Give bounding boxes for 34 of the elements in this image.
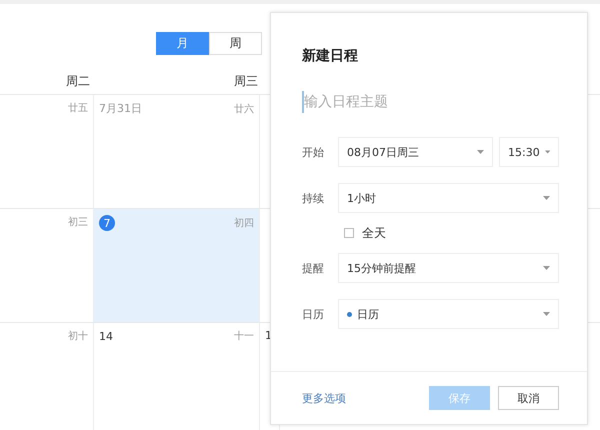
day-cell[interactable]: 7 初四 — [94, 209, 260, 322]
lunar-date: 初十 — [68, 330, 88, 343]
lunar-date: 初四 — [234, 216, 254, 230]
dropdown[interactable]: 08月07日周三 — [338, 137, 493, 167]
caret-icon — [544, 150, 550, 154]
checkbox[interactable] — [344, 228, 354, 238]
date-number: 14 — [99, 330, 113, 342]
field-label: 提醒 — [302, 260, 325, 276]
field-label: 持续 — [302, 190, 325, 206]
time-dropdown[interactable]: 15:30 — [499, 137, 559, 167]
day-cell[interactable]: 14 十一 — [94, 323, 260, 430]
caret-icon — [543, 266, 550, 270]
dialog-title: 新建日程 — [302, 47, 359, 65]
dropdown[interactable]: 日历 — [338, 299, 559, 329]
lunar-date: 十一 — [234, 330, 254, 343]
date-number: 7月31日 — [99, 101, 142, 116]
weekday-label: 周二 — [66, 72, 90, 90]
field-label: 开始 — [302, 144, 325, 160]
all-day-label: 全天 — [362, 224, 386, 242]
field-label: 日历 — [302, 306, 325, 322]
date-number: 7 — [99, 215, 115, 231]
lunar-date: 初三 — [68, 216, 88, 229]
calendar-dot-icon — [347, 312, 352, 316]
dialog-button[interactable]: 取消 — [498, 386, 559, 410]
dropdown[interactable]: 15分钟前提醒 — [338, 253, 559, 283]
view-tab[interactable]: 周 — [209, 32, 262, 55]
weekday-label: 周三 — [234, 72, 258, 90]
caret-icon — [543, 312, 550, 316]
lunar-date: 廿五 — [68, 102, 88, 115]
lunar-date: 廿六 — [234, 102, 254, 116]
caret-icon — [477, 150, 484, 154]
dropdown[interactable]: 1小时 — [338, 183, 559, 213]
caret-icon — [543, 196, 550, 200]
more-options-link[interactable]: 更多选项 — [302, 390, 346, 406]
